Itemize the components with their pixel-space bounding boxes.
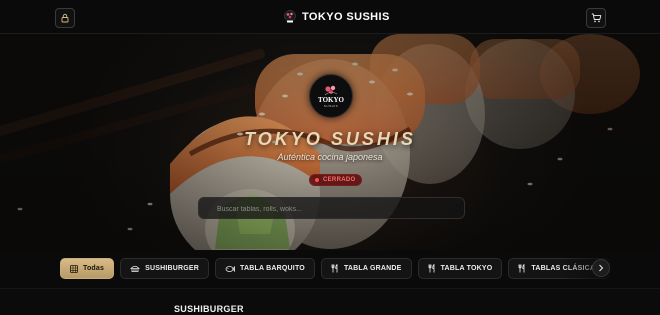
section-title: SUSHIBURGER: [174, 304, 244, 314]
status-dot-icon: [315, 178, 319, 182]
search-bar[interactable]: [198, 197, 465, 220]
divider: [0, 288, 660, 289]
cart-button[interactable]: [586, 8, 606, 28]
category-list: Todas SUSHIBURGER TABLA BARQUITO TABLA G…: [60, 258, 611, 279]
logo-text: TOKYO: [318, 96, 344, 104]
category-chip-tabla-grande[interactable]: TABLA GRANDE: [320, 258, 412, 279]
category-chip-tabla-tokyo[interactable]: TABLA TOKYO: [417, 258, 503, 279]
category-label: TABLA TOKYO: [440, 265, 493, 272]
category-bar: Todas SUSHIBURGER TABLA BARQUITO TABLA G…: [0, 250, 660, 288]
chevron-right-icon: [599, 264, 604, 272]
category-label: Todas: [83, 265, 105, 272]
utensils-icon: [428, 264, 434, 273]
utensils-icon: [519, 264, 525, 273]
top-bar: TOKYO SUSHIS: [0, 0, 660, 34]
burger-icon: [130, 265, 141, 272]
category-label: TABLA BARQUITO: [240, 265, 305, 272]
hero-banner: TOKYO SUSHIS TOKYO SUSHIS Auténtica coci…: [0, 34, 660, 250]
cherry-blossom-icon: [324, 85, 338, 96]
hero-title: TOKYO SUSHIS: [244, 129, 416, 149]
brand-name: TOKYO SUSHIS: [302, 11, 390, 23]
utensils-icon: [331, 264, 338, 273]
category-chip-sushiburger[interactable]: SUSHIBURGER: [120, 258, 210, 279]
restaurant-logo: TOKYO SUSHIS: [309, 74, 353, 118]
status-badge: CERRADO: [309, 174, 363, 186]
grid-icon: [70, 264, 78, 273]
lock-icon: [61, 13, 69, 23]
brand-logo-icon: [284, 10, 296, 23]
lock-button[interactable]: [55, 8, 75, 28]
scroll-next-button[interactable]: [592, 259, 610, 277]
category-chip-tabla-barquito[interactable]: TABLA BARQUITO: [215, 258, 315, 279]
category-label: TABLA GRANDE: [343, 265, 402, 272]
category-label: TABLAS CLÁSICAS: [531, 265, 601, 272]
hero-subtitle: Auténtica cocina japonesa: [277, 152, 383, 162]
status-text: CERRADO: [323, 177, 356, 183]
category-label: SUSHIBURGER: [145, 265, 200, 272]
logo-subtext: SUSHIS: [323, 104, 339, 108]
brand[interactable]: TOKYO SUSHIS: [284, 10, 390, 24]
cart-icon: [591, 13, 601, 23]
search-input[interactable]: [199, 199, 464, 220]
fish-icon: [225, 265, 235, 272]
category-chip-todas[interactable]: Todas: [60, 258, 115, 279]
